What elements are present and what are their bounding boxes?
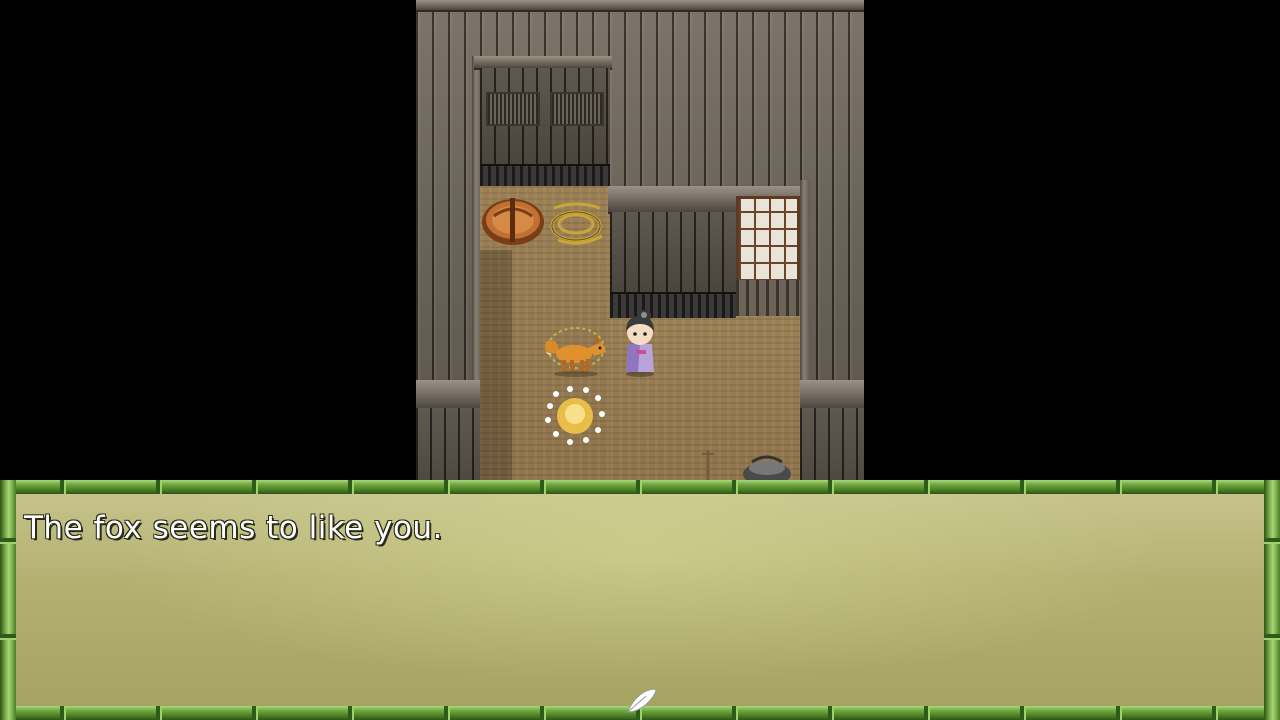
player-girl-sprite[interactable] — [618, 310, 662, 378]
shoji-door[interactable] — [736, 196, 800, 284]
bamboo-frame-top — [0, 480, 1280, 494]
floor-shadow — [480, 250, 512, 500]
alcove-grate — [480, 164, 610, 188]
sparkle-icon[interactable] — [542, 386, 608, 446]
message-text: The fox seems to like you. — [24, 510, 443, 546]
bamboo-frame-left — [0, 480, 16, 720]
fox-sprite[interactable] — [542, 322, 610, 378]
vent-left — [486, 92, 540, 126]
top-beam — [416, 0, 864, 12]
rope-icon[interactable] — [546, 196, 608, 250]
game-map — [416, 0, 864, 500]
message-window[interactable]: The fox seems to like you. — [0, 480, 1280, 720]
right-post — [800, 180, 810, 380]
bamboo-frame-right — [1264, 480, 1280, 720]
feather-cursor-icon[interactable] — [624, 686, 658, 716]
door-base — [736, 280, 800, 316]
inner-wall — [610, 212, 736, 292]
barrel-icon[interactable] — [480, 192, 546, 248]
pillar-cap-left — [416, 380, 480, 410]
pillar-cap-right — [800, 380, 864, 410]
vent-right — [550, 92, 604, 126]
